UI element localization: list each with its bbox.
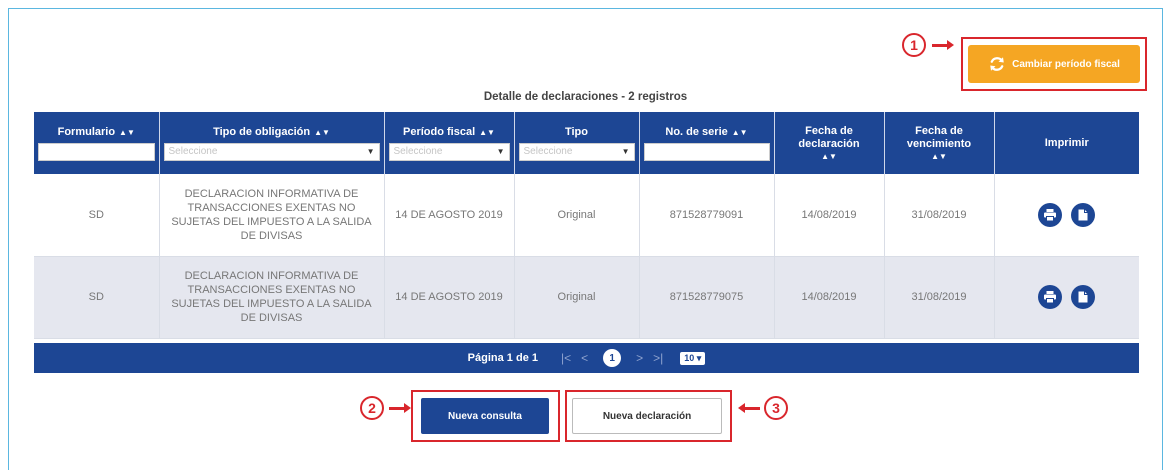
column-header-fecha-vencimiento[interactable]: Fecha de vencimiento ▲▼ [884, 112, 995, 174]
cell-tipo-obligacion: DECLARACION INFORMATIVA DE TRANSACCIONES… [159, 174, 385, 257]
annotation-1: 1 [902, 33, 926, 57]
change-fiscal-period-label: Cambiar período fiscal [1012, 58, 1120, 70]
column-label: Fecha de declaración [798, 125, 860, 150]
document-icon[interactable] [1071, 285, 1096, 309]
annotation-number-1: 1 [902, 33, 926, 57]
column-header-periodo-fiscal[interactable]: Período fiscal ▲▼ Seleccione ▼ [384, 112, 515, 174]
table-header-row: Formulario ▲▼ Tipo de obligación ▲▼ Selecc… [34, 112, 1139, 174]
table-row: SD DECLARACION INFORMATIVA DE TRANSACCIO… [34, 174, 1139, 257]
cell-no-serie: 871528779075 [639, 256, 775, 339]
column-header-imprimir: Imprimir [994, 112, 1139, 174]
column-label: Tipo de obligación [213, 125, 311, 138]
chevron-down-icon: ▾ [696, 352, 702, 363]
page-size-value: 10 [684, 352, 695, 363]
column-label: Fecha de vencimiento [906, 125, 972, 150]
filter-no-serie-input[interactable] [643, 142, 770, 161]
refresh-icon [990, 57, 1004, 71]
cell-formulario: SD [34, 174, 160, 257]
select-placeholder: Seleccione [393, 146, 443, 157]
cell-formulario: SD [34, 256, 160, 339]
select-placeholder: Seleccione [523, 146, 573, 157]
column-label: No. de serie [665, 125, 728, 138]
column-header-formulario[interactable]: Formulario ▲▼ [34, 112, 160, 174]
sort-icon[interactable]: ▲▼ [479, 128, 495, 137]
cell-no-serie: 871528779091 [639, 174, 775, 257]
cell-tipo-obligacion: DECLARACION INFORMATIVA DE TRANSACCIONES… [159, 256, 385, 339]
filter-tipo-select[interactable]: Seleccione ▼ [518, 142, 635, 161]
first-page-button[interactable]: |< [561, 351, 571, 365]
annotation-arrow-3 [738, 403, 760, 413]
sort-icon[interactable]: ▲▼ [889, 152, 990, 161]
cell-imprimir [994, 256, 1139, 339]
column-label: Formulario [57, 125, 116, 138]
document-icon[interactable] [1071, 202, 1096, 227]
annotation-number-2: 2 [360, 396, 384, 420]
page-number-button[interactable]: 1 [603, 349, 622, 367]
annotation-3: 3 [764, 396, 788, 420]
sort-icon[interactable]: ▲▼ [732, 128, 748, 137]
cell-fecha-vencimiento: 31/08/2019 [884, 256, 995, 339]
cell-periodo-fiscal: 14 DE AGOSTO 2019 [384, 256, 515, 339]
annotation-number-3: 3 [764, 396, 788, 420]
chevron-down-icon: ▼ [366, 147, 375, 156]
print-icon[interactable] [1038, 202, 1063, 227]
column-header-tipo-obligacion[interactable]: Tipo de obligación ▲▼ Seleccione ▼ [159, 112, 385, 174]
annotation-arrow-1 [932, 40, 954, 50]
cell-fecha-declaracion: 14/08/2019 [774, 174, 885, 257]
chevron-down-icon: ▼ [496, 147, 505, 156]
cell-tipo: Original [514, 174, 640, 257]
new-query-button[interactable]: Nueva consulta [421, 398, 549, 434]
column-header-no-serie[interactable]: No. de serie ▲▼ [639, 112, 775, 174]
pagination-bar: Página 1 de 1 |< < 1 > >| 10 ▾ [34, 343, 1139, 373]
annotation-arrow-2 [389, 403, 411, 413]
filter-tipo-obligacion-select[interactable]: Seleccione ▼ [163, 142, 380, 161]
page-size-select[interactable]: 10 ▾ [680, 351, 706, 365]
column-header-fecha-declaracion[interactable]: Fecha de declaración ▲▼ [774, 112, 885, 174]
prev-page-button[interactable]: < [581, 351, 588, 365]
cell-imprimir [994, 174, 1139, 257]
last-page-button[interactable]: >| [653, 351, 663, 365]
next-page-button[interactable]: > [636, 351, 643, 365]
column-label: Período fiscal [403, 125, 476, 138]
annotation-2: 2 [360, 396, 384, 420]
cell-periodo-fiscal: 14 DE AGOSTO 2019 [384, 174, 515, 257]
sort-icon[interactable]: ▲▼ [779, 152, 880, 161]
cell-fecha-declaracion: 14/08/2019 [774, 256, 885, 339]
filter-periodo-fiscal-select[interactable]: Seleccione ▼ [388, 142, 510, 161]
new-declaration-button[interactable]: Nueva declaración [572, 398, 722, 434]
cell-tipo: Original [514, 256, 640, 339]
declarations-table: Formulario ▲▼ Tipo de obligación ▲▼ Selecc… [34, 112, 1139, 339]
chevron-down-icon: ▼ [621, 147, 630, 156]
filter-formulario-input[interactable] [38, 142, 155, 161]
table-row: SD DECLARACION INFORMATIVA DE TRANSACCIO… [34, 256, 1139, 339]
change-fiscal-period-button[interactable]: Cambiar período fiscal [968, 45, 1140, 83]
column-label: Tipo [564, 125, 588, 138]
sort-icon[interactable]: ▲▼ [119, 128, 135, 137]
sort-icon[interactable]: ▲▼ [314, 128, 330, 137]
print-icon[interactable] [1038, 285, 1063, 309]
column-label: Imprimir [1044, 136, 1089, 149]
pagination-label: Página 1 de 1 [467, 352, 538, 364]
table-title: Detalle de declaraciones - 2 registros [483, 91, 688, 103]
cell-fecha-vencimiento: 31/08/2019 [884, 174, 995, 257]
column-header-tipo[interactable]: Tipo Seleccione ▼ [514, 112, 640, 174]
select-placeholder: Seleccione [168, 146, 218, 157]
